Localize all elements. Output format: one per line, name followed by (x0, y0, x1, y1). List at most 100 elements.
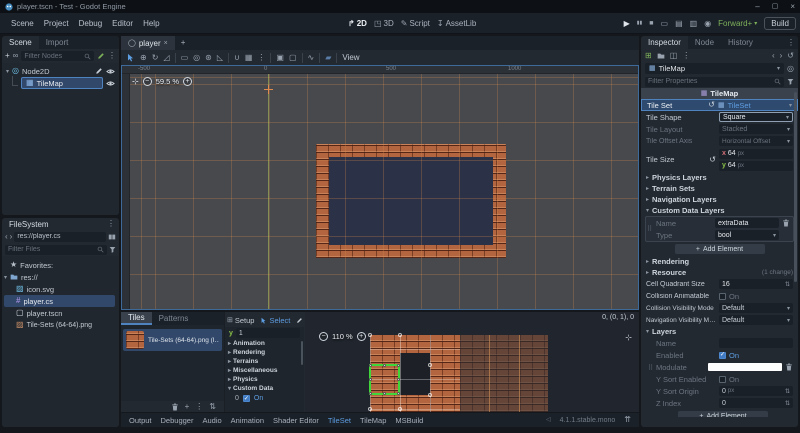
custom-data-type-dropdown[interactable]: bool ▾ (715, 230, 779, 240)
section-rendering[interactable]: ▸ Rendering (225, 348, 304, 357)
menu-help[interactable]: Help (138, 17, 164, 30)
atlas-zoom-in-button[interactable]: + (356, 332, 366, 341)
snap-options-icon[interactable]: ⋮ (257, 53, 265, 62)
history-forward-icon[interactable]: › (780, 51, 783, 60)
tab-scene[interactable]: Scene (2, 36, 39, 49)
nav-back-icon[interactable]: ‹ (5, 232, 8, 241)
stop-icon[interactable]: ■ (649, 20, 653, 27)
tab-patterns[interactable]: Patterns (152, 312, 196, 325)
sort-sources-icon[interactable]: ⇅ (209, 402, 216, 411)
trash-icon[interactable] (782, 219, 790, 227)
modulate-color-swatch[interactable] (708, 363, 782, 371)
favorites-row[interactable]: ★ Favorites: (2, 259, 119, 271)
history-list-icon[interactable]: ↺ (787, 51, 794, 60)
atlas-pan-icon[interactable]: ⊹ (625, 334, 632, 342)
tab-filesystem[interactable]: FileSystem (6, 218, 52, 230)
pin-icon[interactable]: ◎ (787, 64, 794, 73)
group-physics-layers[interactable]: ▸ Physics Layers (641, 172, 798, 183)
bottom-tab-animation[interactable]: Animation (231, 416, 264, 425)
tile-size-x-field[interactable]: x 64 px (719, 148, 793, 159)
collapse-icon[interactable]: ▾ (6, 68, 9, 75)
workspace-3d-button[interactable]: ◳ 3D (374, 19, 394, 28)
inspector-section-tilemap[interactable]: ▦ TileMap (641, 88, 798, 99)
minimize-icon[interactable]: – (755, 2, 759, 11)
section-custom-data[interactable]: ▾ Custom Data (225, 384, 304, 393)
play-icon[interactable]: ▶ (624, 19, 630, 28)
filesystem-menu-icon[interactable]: ⋮ (107, 220, 115, 228)
viewport[interactable]: -500 0 500 1000 ⊹ − 59.5 % + (121, 65, 639, 310)
tree-node-tilemap[interactable]: ▦ TileMap (2, 76, 119, 89)
tilemap-drawing[interactable] (316, 144, 506, 258)
menu-scene[interactable]: Scene (6, 17, 39, 30)
stepper-icon[interactable]: ⇅ (785, 281, 790, 288)
remote-debug-icon[interactable]: ▭ (661, 19, 669, 28)
pivot-tool-icon[interactable]: ◎ (193, 53, 200, 62)
filter-options-icon[interactable] (109, 246, 116, 253)
attach-script-icon[interactable] (97, 52, 105, 60)
revert-icon[interactable]: ↺ (708, 101, 715, 109)
bottom-tab-msbuild[interactable]: MSBuild (395, 416, 423, 425)
pause-icon[interactable]: ▮▮ (637, 21, 643, 26)
layer-enabled-checkbox[interactable]: ✓ (719, 351, 726, 359)
navigation-visibility-dropdown[interactable]: Default ▾ (719, 315, 793, 325)
resource-menu-icon[interactable]: ⋮ (682, 51, 690, 60)
edited-object-select[interactable]: ▦ TileMap ▾ (645, 63, 785, 74)
grid-snap-icon[interactable]: ▦ (245, 53, 253, 62)
select-mode-button[interactable]: Select (260, 316, 290, 325)
tree-node-root[interactable]: ▾ ◎ Node2D (2, 65, 119, 77)
select-tool-icon[interactable] (126, 53, 135, 62)
menu-editor[interactable]: Editor (107, 17, 138, 30)
filter-properties-input[interactable] (645, 76, 784, 87)
add-source-icon[interactable]: + (185, 402, 190, 411)
section-miscellaneous[interactable]: ▸ Miscellaneous (225, 366, 304, 375)
filter-nodes-input[interactable] (21, 51, 94, 61)
play-custom-scene-icon[interactable]: ▥ (690, 19, 698, 28)
mute-speaker-icon[interactable]: ◁ (546, 417, 551, 423)
snap-toggle-icon[interactable]: ∪ (234, 53, 240, 62)
prop-tile-set[interactable]: Tile Set ↺ ▦ TileSet ▾ (641, 99, 798, 111)
crosshair-icon[interactable]: ⊹ (132, 77, 139, 86)
play-scene-icon[interactable]: ▤ (675, 19, 683, 28)
custom-data-checkbox[interactable]: ✓ (242, 395, 250, 402)
movie-maker-icon[interactable]: ◉ (704, 19, 711, 28)
tile-shape-dropdown[interactable]: Square ▾ (719, 112, 793, 122)
group-resource[interactable]: ▸ Resource (1 change) (641, 267, 798, 278)
y-coord-value[interactable]: 1 (235, 328, 300, 338)
close-tab-icon[interactable]: × (164, 40, 168, 47)
path-field[interactable] (14, 231, 106, 242)
new-resource-icon[interactable]: ⊞ (645, 51, 652, 60)
file-icon-svg[interactable]: ▨ icon.svg (2, 283, 119, 295)
group-rendering[interactable]: ▸ Rendering (641, 256, 798, 267)
visibility-eye-icon[interactable] (106, 67, 115, 76)
stepper-icon[interactable]: ⇅ (785, 400, 790, 407)
lock-icon[interactable]: ▣ (276, 53, 284, 62)
build-button[interactable]: Build (764, 17, 796, 30)
atlas-view[interactable]: 0, (0, 1), 0 ⊹ − 110 % + (305, 312, 639, 412)
filter-files-input[interactable] (5, 244, 107, 255)
menu-project[interactable]: Project (39, 17, 74, 30)
tab-tiles[interactable]: Tiles (121, 312, 152, 325)
tilemap-selected-row[interactable]: ▦ TileMap (21, 77, 103, 89)
inspector-tabs-menu-icon[interactable]: ⋮ (787, 38, 795, 47)
group-custom-data-layers[interactable]: ▾ Custom Data Layers (641, 205, 798, 216)
cell-quadrant-spinbox[interactable]: 16 ⇅ (719, 279, 793, 289)
scene-tab-player[interactable]: ◯ player × (121, 36, 175, 50)
rotate-tool-icon[interactable]: ↻ (152, 53, 159, 62)
drag-handle-icon[interactable]: ⠿ (648, 364, 653, 372)
ysort-enabled-checkbox[interactable] (719, 375, 726, 383)
bottom-tab-tilemap[interactable]: TileMap (360, 416, 386, 425)
revert-icon[interactable]: ↺ (709, 155, 716, 164)
tile-source-item[interactable]: Tile-Sets (64-64).png (I... (123, 329, 222, 351)
tile-offset-axis-dropdown[interactable]: Horizontal Offset ▾ (719, 136, 793, 146)
skeleton-icon[interactable]: ∿ (308, 53, 315, 62)
tileset-resource-button[interactable]: ▦ TileSet ▾ (718, 101, 792, 110)
ruler-tool-icon[interactable]: ◺ (217, 53, 223, 62)
tile-size-y-field[interactable]: y 64 px (719, 160, 793, 171)
tile-selection-box[interactable] (369, 364, 400, 395)
bottom-tab-tileset[interactable]: TileSet (328, 416, 351, 425)
pan-tool-icon[interactable]: ⊛ (205, 53, 212, 62)
drag-handle-icon[interactable]: ⠿ (647, 225, 652, 233)
new-tab-icon[interactable]: + (181, 39, 186, 47)
group-navigation-layers[interactable]: ▸ Navigation Layers (641, 194, 798, 205)
atlas-zoom-level[interactable]: 110 % (332, 332, 353, 341)
